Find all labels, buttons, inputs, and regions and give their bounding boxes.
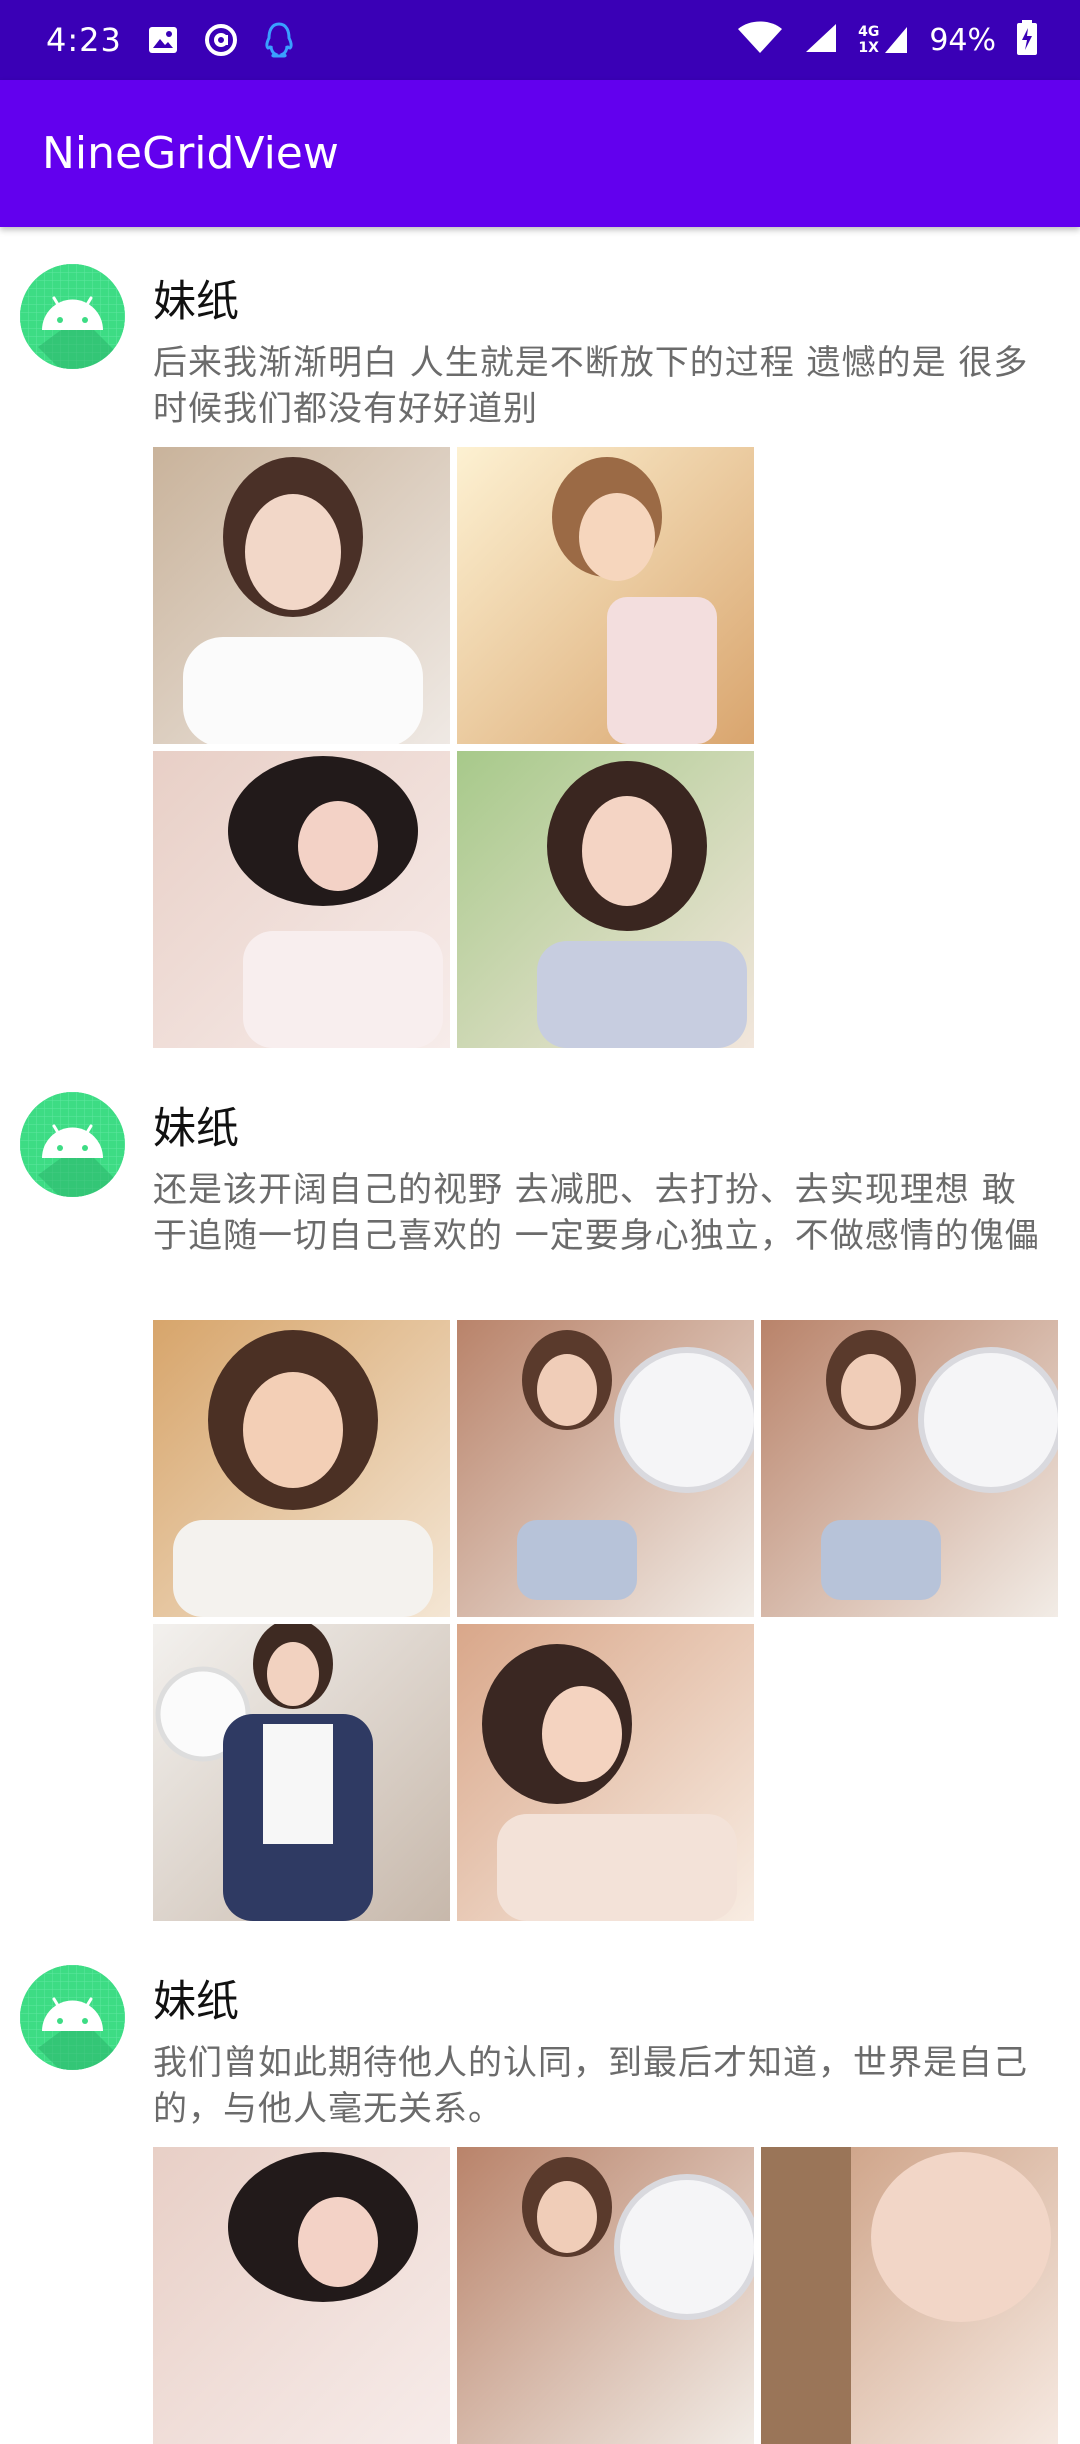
grid-image[interactable] [457, 1320, 754, 1617]
image-icon [148, 26, 178, 54]
post-list[interactable]: 妹纸 后来我渐渐明白 人生就是不断放下的过程 遗憾的是 很多时候我们都没有好好道… [0, 227, 1080, 2444]
avatar[interactable] [20, 264, 125, 369]
avatar[interactable] [20, 1965, 125, 2070]
image-grid [153, 447, 754, 1048]
app-title: NineGridView [42, 128, 339, 179]
grid-image[interactable] [153, 1624, 450, 1921]
app-bar: NineGridView [0, 80, 1080, 227]
grid-image[interactable] [457, 751, 754, 1048]
qq-icon [264, 22, 294, 58]
grid-image[interactable] [153, 2147, 450, 2444]
grid-image[interactable] [761, 2147, 1058, 2444]
grid-image[interactable] [153, 751, 450, 1048]
network-indicator: 4G 1X [858, 24, 909, 56]
android-icon [20, 1092, 125, 1197]
grid-image[interactable] [153, 1320, 450, 1617]
post-item[interactable]: 妹纸 我们曾如此期待他人的认同，到最后才知道，世界是自己的，与他人毫无关系。 [0, 1927, 1080, 2444]
image-grid [153, 1320, 1058, 1921]
author-name: 妹纸 [153, 277, 239, 327]
status-time: 4:23 [46, 21, 122, 59]
avatar[interactable] [20, 1092, 125, 1197]
grid-image[interactable] [761, 1320, 1058, 1617]
post-item[interactable]: 妹纸 后来我渐渐明白 人生就是不断放下的过程 遗憾的是 很多时候我们都没有好好道… [0, 227, 1080, 1054]
grid-image[interactable] [457, 2147, 754, 2444]
author-name: 妹纸 [153, 1977, 239, 2027]
post-text: 后来我渐渐明白 人生就是不断放下的过程 遗憾的是 很多时候我们都没有好好道别 [153, 343, 1029, 429]
status-bar: 4:23 4G 1X 94% [0, 0, 1080, 80]
post-text: 我们曾如此期待他人的认同，到最后才知道，世界是自己的，与他人毫无关系。 [153, 2043, 1028, 2129]
status-right-group: 4G 1X 94% [736, 0, 1038, 80]
network-type-label: 4G 1X [858, 24, 880, 56]
battery-percent: 94% [929, 22, 996, 58]
wifi-icon [736, 21, 784, 59]
post-text: 还是该开阔自己的视野 去减肥、去打扮、去实现理想 敢于追随一切自己喜欢的 一定要… [153, 1170, 1040, 1256]
at-sign-icon [204, 23, 238, 57]
grid-image[interactable] [457, 447, 754, 744]
post-item[interactable]: 妹纸 还是该开阔自己的视野 去减肥、去打扮、去实现理想 敢于追随一切自己喜欢的 … [0, 1054, 1080, 1927]
author-name: 妹纸 [153, 1104, 239, 1154]
android-icon [20, 264, 125, 369]
android-icon [20, 1965, 125, 2070]
grid-image[interactable] [153, 447, 450, 744]
battery-charging-icon [1016, 20, 1038, 60]
grid-image[interactable] [457, 1624, 754, 1921]
signal-icon [804, 22, 838, 58]
image-grid [153, 2147, 1058, 2444]
